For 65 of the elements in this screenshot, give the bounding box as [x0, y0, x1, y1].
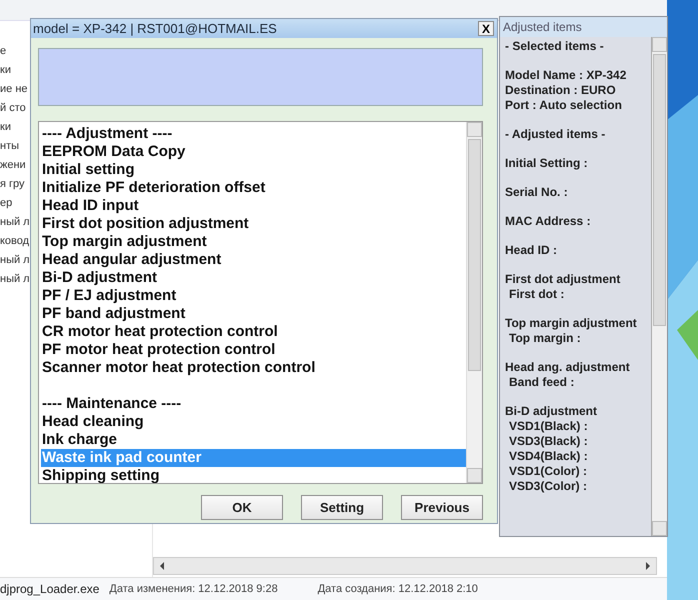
info-line: MAC Address :	[505, 214, 591, 229]
modified-date: Дата изменения: 12.12.2018 9:28	[109, 583, 278, 595]
list-heading: ---- Maintenance ----	[41, 395, 182, 413]
list-item[interactable]: Head ID input	[41, 197, 466, 215]
nav-item[interactable]: ер	[0, 195, 12, 211]
info-line: Model Name : XP-342	[505, 68, 626, 83]
close-button[interactable]: X	[478, 21, 494, 36]
list-item[interactable]: Initialize PF deterioration offset	[41, 179, 466, 197]
info-line: First dot adjustment	[505, 272, 620, 287]
list-item[interactable]: First dot position adjustment	[41, 215, 466, 233]
nav-item[interactable]: жени	[0, 157, 26, 173]
panel-title: Adjusted items	[500, 17, 667, 37]
nav-item[interactable]: ие не	[0, 81, 28, 97]
nav-item[interactable]: ный л	[0, 271, 30, 287]
nav-item[interactable]: ки	[0, 119, 11, 135]
list-item[interactable]: Shipping setting	[41, 467, 466, 483]
info-line: Bi-D adjustment	[505, 404, 598, 419]
list-item[interactable]: Bi-D adjustment	[41, 269, 466, 287]
info-line: First dot :	[508, 287, 564, 302]
info-line: - Selected items -	[505, 39, 604, 54]
scroll-right-icon[interactable]	[646, 562, 650, 570]
info-line: Top margin :	[508, 331, 581, 346]
nav-item[interactable]: ки	[0, 62, 11, 78]
list-item[interactable]: Head angular adjustment	[41, 251, 466, 269]
info-line: Initial Setting :	[505, 156, 588, 171]
list-heading: ---- Adjustment ----	[41, 125, 174, 143]
list-item[interactable]: Head cleaning	[41, 413, 466, 431]
nav-item[interactable]: нты	[0, 138, 20, 154]
dialog-button[interactable]: Setting	[301, 495, 383, 520]
nav-item[interactable]: й сто	[0, 100, 26, 116]
list-item[interactable]: EEPROM Data Copy	[41, 143, 466, 161]
info-line: Head ang. adjustment	[505, 360, 630, 375]
info-line: VSD3(Black) :	[508, 434, 588, 449]
nav-item[interactable]: ный л	[0, 214, 30, 230]
list-item[interactable]: PF motor heat protection control	[41, 341, 466, 359]
info-line: - Adjusted items -	[505, 127, 606, 142]
list-item[interactable]: Scanner motor heat protection control	[41, 359, 466, 377]
scrollbar[interactable]	[153, 557, 657, 575]
info-line: Head ID :	[505, 243, 558, 258]
list-item[interactable]: Top margin adjustment	[41, 233, 466, 251]
scrollbar[interactable]	[651, 37, 667, 536]
info-line: Destination : EURO	[505, 83, 616, 98]
info-line: Port : Auto selection	[505, 98, 622, 113]
list-item[interactable]: Ink charge	[41, 431, 466, 449]
info-line: VSD3(Color) :	[508, 479, 587, 494]
window-title: model = XP-342 | RST001@HOTMAIL.ES	[32, 21, 277, 36]
file-name: djprog_Loader.exe	[0, 582, 100, 596]
list-item[interactable]: CR motor heat protection control	[41, 323, 466, 341]
info-line: VSD1(Black) :	[508, 419, 588, 434]
nav-item[interactable]: ный л	[0, 252, 30, 268]
nav-item[interactable]: я гру	[0, 176, 25, 192]
dialog-button[interactable]: OK	[201, 495, 283, 520]
info-line: Top margin adjustment	[505, 316, 637, 331]
info-line: Band feed :	[508, 375, 574, 390]
list-item[interactable]: PF band adjustment	[41, 305, 466, 323]
info-line: VSD1(Color) :	[508, 464, 587, 479]
scroll-left-icon[interactable]	[160, 562, 164, 570]
list-item[interactable]: Initial setting	[41, 161, 466, 179]
info-line: Serial No. :	[505, 185, 568, 200]
info-line: VSD4(Black) :	[508, 449, 588, 464]
created-date: Дата создания: 12.12.2018 2:10	[318, 583, 478, 595]
dialog-button[interactable]: Previous	[401, 495, 483, 520]
list-item[interactable]: PF / EJ adjustment	[41, 287, 466, 305]
nav-item[interactable]: ковод	[0, 233, 30, 249]
nav-item[interactable]: е	[0, 43, 6, 59]
